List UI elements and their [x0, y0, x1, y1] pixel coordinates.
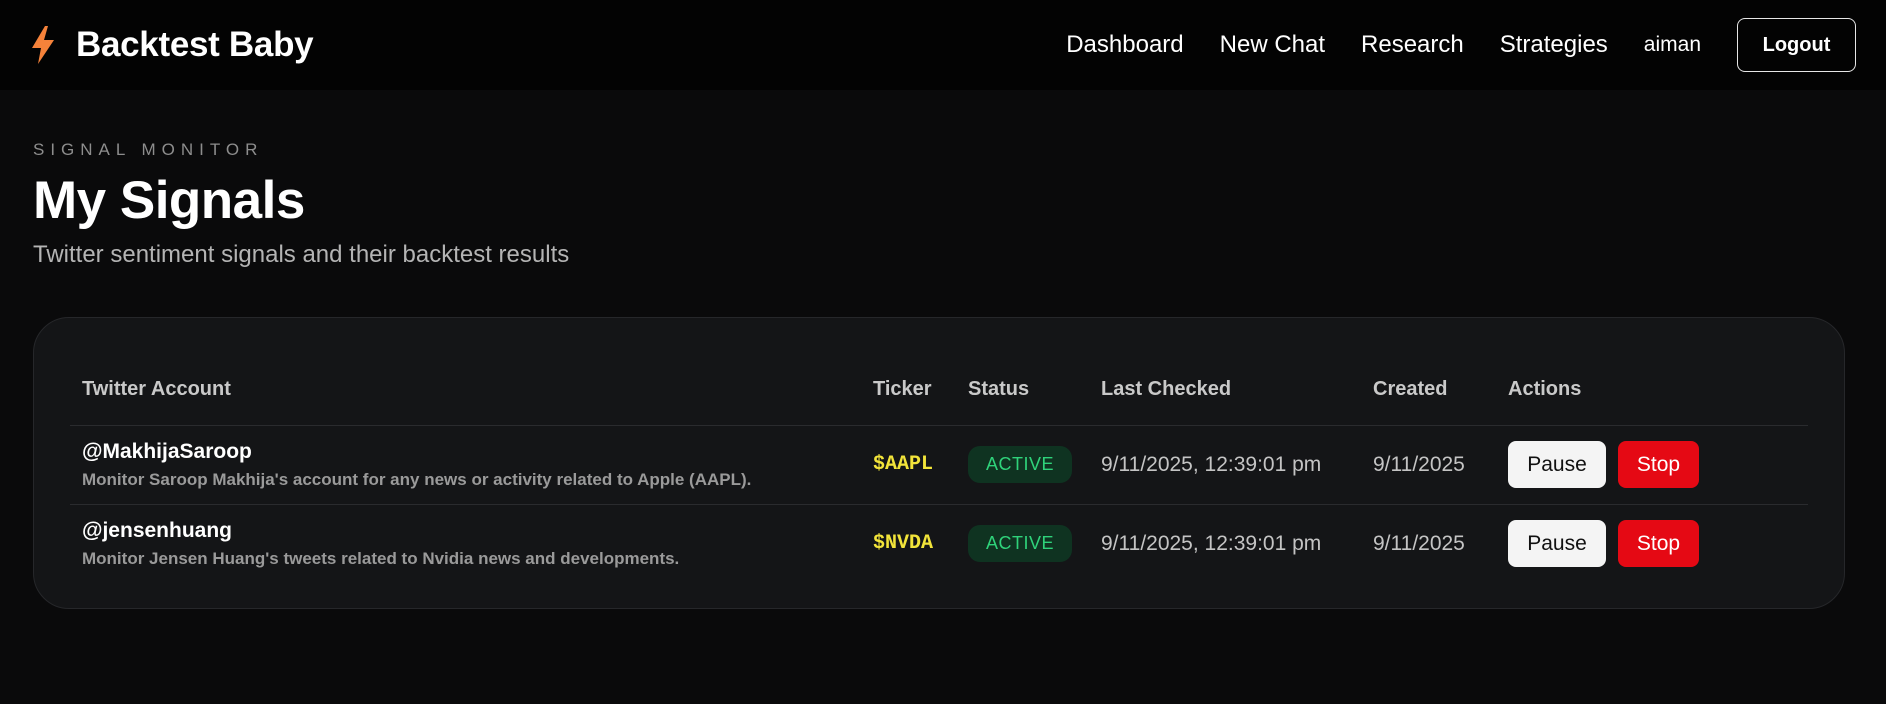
- twitter-handle[interactable]: @MakhijaSaroop: [82, 440, 849, 464]
- account-cell: @jensenhuang Monitor Jensen Huang's twee…: [70, 504, 861, 583]
- signals-table: Twitter Account Ticker Status Last Check…: [70, 354, 1808, 583]
- nav-link-research[interactable]: Research: [1361, 31, 1464, 59]
- column-header-status: Status: [956, 354, 1089, 426]
- top-navbar: Backtest Baby Dashboard New Chat Researc…: [0, 0, 1886, 90]
- column-header-actions: Actions: [1496, 354, 1808, 426]
- status-badge: ACTIVE: [968, 525, 1073, 563]
- account-cell: @MakhijaSaroop Monitor Saroop Makhija's …: [70, 425, 861, 505]
- signal-description: Monitor Jensen Huang's tweets related to…: [82, 548, 680, 568]
- page-title: My Signals: [33, 171, 305, 230]
- status-badge: ACTIVE: [968, 446, 1073, 483]
- table-row: @MakhijaSaroop Monitor Saroop Makhija's …: [70, 425, 1808, 505]
- nav-link-strategies[interactable]: Strategies: [1500, 31, 1608, 59]
- signal-description: Monitor Saroop Makhija's account for any…: [82, 469, 752, 489]
- ticker-symbol: $NVDA: [873, 532, 934, 556]
- last-checked-cell: 9/11/2025, 12:39:01 pm: [1101, 531, 1322, 555]
- brand[interactable]: Backtest Baby: [30, 25, 314, 65]
- actions-cell: Pause Stop: [1496, 425, 1808, 505]
- created-cell: 9/11/2025: [1361, 425, 1496, 505]
- column-header-created: Created: [1361, 354, 1496, 426]
- twitter-handle[interactable]: @jensenhuang: [82, 519, 849, 543]
- ticker-cell: $NVDA: [861, 504, 956, 583]
- app-name: Backtest Baby: [76, 25, 314, 64]
- nav-link-new-chat[interactable]: New Chat: [1220, 31, 1325, 59]
- lightning-bolt-icon: [32, 26, 54, 64]
- actions-cell: Pause Stop: [1496, 504, 1808, 583]
- column-header-last-checked: Last Checked: [1089, 354, 1361, 426]
- main-content: SIGNAL MONITOR My Signals Twitter sentim…: [0, 90, 1886, 609]
- pause-button[interactable]: Pause: [1508, 441, 1606, 488]
- table-header-row: Twitter Account Ticker Status Last Check…: [70, 354, 1808, 426]
- status-cell: ACTIVE: [956, 504, 1089, 583]
- stop-button[interactable]: Stop: [1618, 520, 1699, 568]
- column-header-ticker: Ticker: [861, 354, 956, 426]
- signals-card: Twitter Account Ticker Status Last Check…: [33, 317, 1845, 609]
- logout-button[interactable]: Logout: [1737, 18, 1856, 72]
- pause-button[interactable]: Pause: [1508, 520, 1606, 568]
- nav-link-dashboard[interactable]: Dashboard: [1066, 31, 1183, 59]
- stop-button[interactable]: Stop: [1618, 441, 1699, 488]
- page-subtitle: Twitter sentiment signals and their back…: [33, 241, 570, 268]
- status-cell: ACTIVE: [956, 425, 1089, 505]
- last-checked-cell: 9/11/2025, 12:39:01 pm: [1089, 425, 1361, 505]
- ticker-symbol: $AAPL: [873, 453, 934, 476]
- created-cell: 9/11/2025: [1373, 531, 1465, 555]
- page-eyebrow: SIGNAL MONITOR: [33, 140, 264, 159]
- ticker-cell: $AAPL: [861, 425, 956, 505]
- main-nav: Dashboard New Chat Research Strategies a…: [1066, 18, 1856, 72]
- column-header-twitter-account: Twitter Account: [70, 354, 861, 426]
- username: aiman: [1643, 33, 1701, 56]
- table-row: @jensenhuang Monitor Jensen Huang's twee…: [70, 504, 1808, 583]
